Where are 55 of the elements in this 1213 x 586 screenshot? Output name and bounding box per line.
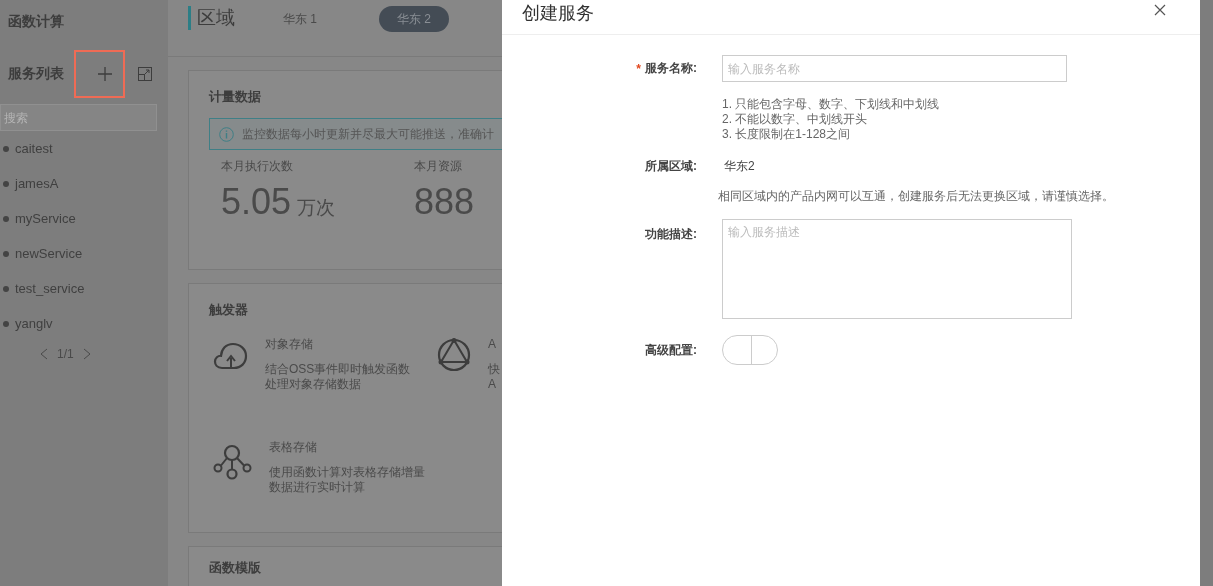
bullet-icon (3, 250, 9, 257)
service-item[interactable]: jamesA (15, 176, 59, 191)
dialog-title: 创建服务 (522, 2, 594, 25)
service-item[interactable]: caitest (15, 141, 53, 156)
stat-unit: 万次 (297, 196, 336, 220)
field-label: 服务名称: (645, 60, 697, 77)
card-title: 计量数据 (209, 88, 262, 104)
card-title: 函数模版 (209, 559, 262, 575)
add-button[interactable] (74, 50, 125, 98)
trigger-description: A (488, 377, 497, 392)
stat-label: 本月执行次数 (221, 158, 294, 175)
service-item[interactable]: newService (15, 246, 83, 261)
card-title: 触发器 (209, 301, 249, 317)
service-item[interactable]: yanglv (15, 316, 53, 331)
plus-icon (98, 67, 112, 81)
service-name-field[interactable]: 输入服务名称 (722, 55, 1067, 82)
region-note: 相同区域内的产品内网可以互通，创建服务后无法更换区域，请谨慎选择。 (718, 189, 1115, 204)
expand-icon[interactable] (138, 67, 152, 81)
cloud-upload-icon (213, 341, 249, 371)
toggle-switch[interactable] (722, 335, 778, 365)
trigger-name: 对象存储 (265, 337, 314, 352)
required-mark: * (636, 61, 641, 76)
bullet-icon (3, 145, 9, 152)
trigger-description: 快 (488, 362, 500, 377)
app-title: 函数计算 (8, 13, 65, 31)
region-tab[interactable]: 华东 2 (379, 6, 450, 32)
region-tab[interactable]: 华东 1 (283, 6, 335, 32)
stat-value: 888 (414, 181, 475, 223)
trigger-name: 表格存储 (269, 440, 318, 455)
field-label: 高级配置: (644, 341, 697, 359)
previous-icon[interactable] (40, 348, 48, 360)
bullet-icon (3, 285, 9, 292)
stat-value: 5.05 (221, 181, 292, 223)
next-icon[interactable] (82, 348, 91, 360)
bullet-icon (3, 180, 9, 187)
stat-label: 本月资源 (414, 158, 463, 175)
region-title: 区域 (188, 6, 283, 30)
close-icon[interactable] (1154, 4, 1166, 16)
trigger-description: 数据进行实时计算 (269, 480, 366, 495)
bullet-icon (3, 215, 9, 222)
service-item[interactable]: test_service (15, 281, 85, 296)
service-item[interactable]: myService (15, 211, 76, 226)
trigger-name: A (488, 337, 497, 352)
description-field[interactable]: 输入服务描述 (722, 219, 1072, 319)
field-label: 所属区域: (644, 158, 697, 175)
bullet-icon (3, 320, 9, 327)
field-label: 功能描述: (644, 226, 697, 243)
hint-text: 2. 不能以数字、中划线开头 (722, 112, 869, 127)
info-icon (219, 126, 234, 142)
region-value: 华东2 (724, 158, 755, 175)
hint-text: 3. 长度限制在1-128之间 (722, 127, 852, 142)
section-title: 服务列表 (8, 65, 65, 83)
hint-text: 1. 只能包含字母、数字、下划线和中划线 (722, 97, 941, 112)
trigger-description: 处理对象存储数据 (265, 377, 362, 392)
node-tree-icon (213, 444, 253, 480)
